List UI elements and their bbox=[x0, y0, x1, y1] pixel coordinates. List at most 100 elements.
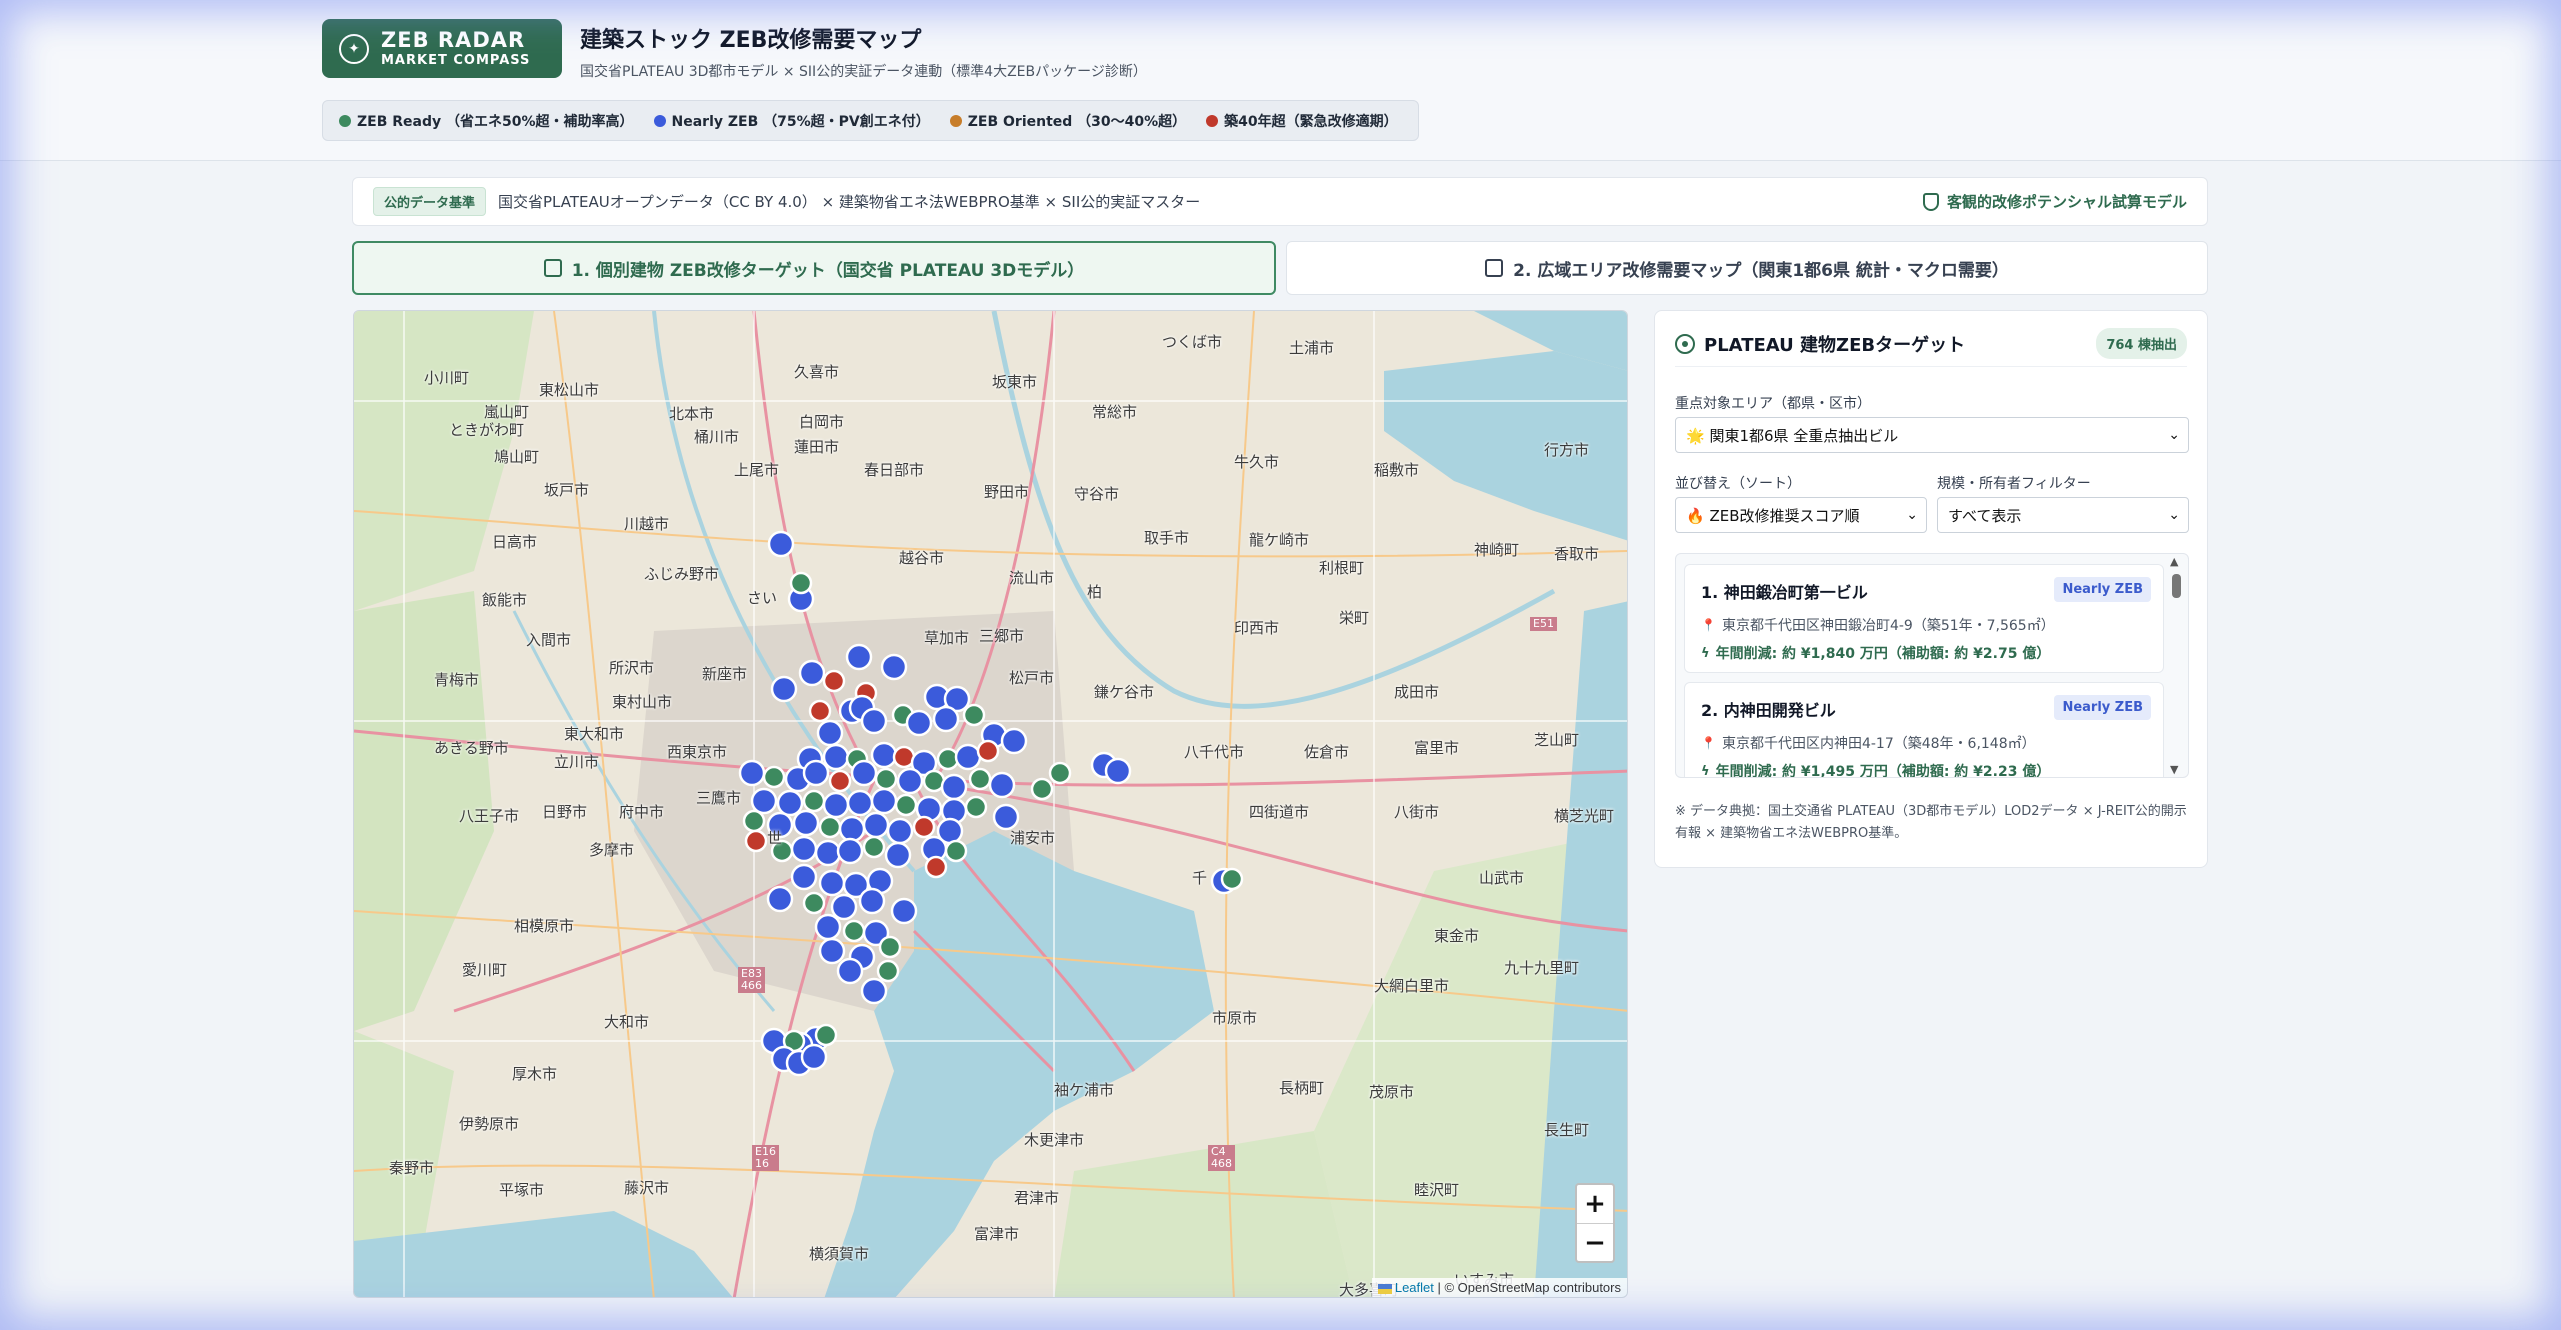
building-marker-ready[interactable] bbox=[814, 1023, 838, 1047]
building-marker-ready[interactable] bbox=[878, 935, 902, 959]
building-marker-nearly[interactable] bbox=[814, 839, 842, 867]
building-marker-old[interactable] bbox=[828, 769, 852, 793]
building-marker-nearly[interactable] bbox=[800, 1043, 828, 1071]
building-marker-nearly[interactable] bbox=[884, 841, 912, 869]
map-place-label: 東松山市 bbox=[539, 381, 600, 399]
building-marker-ready[interactable] bbox=[1220, 867, 1244, 891]
building-marker-nearly[interactable] bbox=[932, 705, 960, 733]
building-marker-nearly[interactable] bbox=[816, 719, 844, 747]
building-marker-nearly[interactable] bbox=[776, 789, 804, 817]
building-marker-old[interactable] bbox=[822, 669, 846, 693]
building-marker-nearly[interactable] bbox=[798, 659, 826, 687]
building-marker-ready[interactable] bbox=[944, 839, 968, 863]
building-marker-nearly[interactable] bbox=[767, 530, 795, 558]
building-marker-nearly[interactable] bbox=[836, 957, 864, 985]
building-marker-old[interactable] bbox=[912, 815, 936, 839]
building-marker-old[interactable] bbox=[744, 829, 768, 853]
list-item[interactable]: 2. 内神田開発ビル Nearly ZEB 📍 東京都千代田区内神田4-17（築… bbox=[1684, 682, 2164, 778]
building-marker-ready[interactable] bbox=[964, 795, 988, 819]
building-marker-ready[interactable] bbox=[862, 835, 886, 859]
building-marker-nearly[interactable] bbox=[1104, 757, 1132, 785]
zoom-in-button[interactable]: + bbox=[1577, 1185, 1613, 1223]
building-marker-nearly[interactable] bbox=[818, 937, 846, 965]
map-place-label: 松戸市 bbox=[1009, 669, 1055, 687]
building-marker-nearly[interactable] bbox=[988, 771, 1016, 799]
building-marker-old[interactable] bbox=[924, 855, 948, 879]
building-marker-ready[interactable] bbox=[802, 789, 826, 813]
building-marker-nearly[interactable] bbox=[870, 741, 898, 769]
building-marker-ready[interactable] bbox=[876, 959, 900, 983]
building-marker-nearly[interactable] bbox=[896, 767, 924, 795]
building-marker-nearly[interactable] bbox=[880, 653, 908, 681]
map-place-label: 久喜市 bbox=[794, 363, 840, 381]
building-marker-ready[interactable] bbox=[818, 815, 842, 839]
building-marker-ready[interactable] bbox=[762, 765, 786, 789]
building-marker-nearly[interactable] bbox=[822, 743, 850, 771]
building-marker-old[interactable] bbox=[976, 739, 1000, 763]
building-marker-nearly[interactable] bbox=[814, 913, 842, 941]
scroll-down-icon[interactable]: ▼ bbox=[2170, 763, 2178, 776]
building-marker-nearly[interactable] bbox=[766, 885, 794, 913]
building-marker-nearly[interactable] bbox=[940, 773, 968, 801]
building-marker-nearly[interactable] bbox=[886, 817, 914, 845]
building-marker-nearly[interactable] bbox=[836, 837, 864, 865]
tab-building-targets[interactable]: 1. 個別建物 ZEB改修ターゲット（国交省 PLATEAU 3Dモデル） bbox=[352, 241, 1276, 295]
building-marker-nearly[interactable] bbox=[790, 863, 818, 891]
building-marker-old[interactable] bbox=[808, 699, 832, 723]
building-marker-nearly[interactable] bbox=[845, 643, 873, 671]
building-marker-nearly[interactable] bbox=[750, 787, 778, 815]
building-marker-nearly[interactable] bbox=[992, 803, 1020, 831]
building-marker-nearly[interactable] bbox=[838, 815, 866, 843]
logo[interactable]: ✦ ZEB RADAR MARKET COMPASS bbox=[322, 19, 562, 78]
building-marker-ready[interactable] bbox=[842, 919, 866, 943]
zoom-control: + − bbox=[1575, 1183, 1615, 1263]
building-marker-nearly[interactable] bbox=[870, 787, 898, 815]
building-marker-nearly[interactable] bbox=[770, 675, 798, 703]
sort-select[interactable]: 🔥 ZEB改修推奨スコア順 ⌄ bbox=[1675, 497, 1927, 533]
map-view[interactable]: つくば市 土浦市 坂東市 常総市 久喜市 東松山市 小川町 北本市 白岡市 桶川市 蓮田市 ときがわ町… bbox=[353, 310, 1628, 1298]
building-marker-nearly[interactable] bbox=[790, 835, 818, 863]
building-marker-nearly[interactable] bbox=[830, 893, 858, 921]
building-marker-nearly[interactable] bbox=[890, 897, 918, 925]
building-marker-ready[interactable] bbox=[874, 767, 898, 791]
building-marker-nearly[interactable] bbox=[954, 743, 982, 771]
building-marker-nearly[interactable] bbox=[846, 789, 874, 817]
leaflet-link[interactable]: Leaflet bbox=[1395, 1280, 1434, 1295]
building-marker-nearly[interactable] bbox=[792, 809, 820, 837]
building-marker-nearly[interactable] bbox=[738, 759, 766, 787]
building-list[interactable]: 1. 神田鍛冶町第一ビル Nearly ZEB 📍 東京都千代田区神田鍛冶町4-… bbox=[1675, 553, 2189, 778]
building-marker-nearly[interactable] bbox=[818, 869, 846, 897]
tab-area-demand-map[interactable]: 2. 広域エリア改修需要マップ（関東1都6県 統計・マクロ需要） bbox=[1286, 241, 2208, 295]
zoom-out-button[interactable]: − bbox=[1577, 1223, 1613, 1261]
map-place-label: 守谷市 bbox=[1074, 485, 1120, 503]
building-marker-nearly[interactable] bbox=[860, 977, 888, 1005]
building-marker-nearly[interactable] bbox=[862, 811, 890, 839]
building-marker-ready[interactable] bbox=[789, 571, 813, 595]
map-place-label: 佐倉市 bbox=[1304, 743, 1350, 761]
building-marker-ready[interactable] bbox=[802, 891, 826, 915]
building-marker-nearly[interactable] bbox=[905, 709, 933, 737]
building-marker-ready[interactable] bbox=[962, 703, 986, 727]
building-marker-nearly[interactable] bbox=[850, 759, 878, 787]
building-marker-nearly[interactable] bbox=[858, 887, 886, 915]
building-marker-ready[interactable] bbox=[968, 767, 992, 791]
scroll-up-icon[interactable]: ▲ bbox=[2170, 555, 2178, 568]
building-marker-ready[interactable] bbox=[1030, 777, 1054, 801]
map-place-label: さい bbox=[747, 589, 778, 607]
list-scrollbar[interactable]: ▲ ▼ bbox=[2164, 554, 2188, 777]
area-select[interactable]: 🌟 関東1都6県 全重点抽出ビル ⌄ bbox=[1675, 417, 2189, 453]
building-marker-ready[interactable] bbox=[1048, 761, 1072, 785]
building-marker-nearly[interactable] bbox=[860, 707, 888, 735]
filter-select[interactable]: すべて表示 ⌄ bbox=[1937, 497, 2189, 533]
legend-dot-blue bbox=[653, 114, 666, 127]
building-marker-nearly[interactable] bbox=[802, 759, 830, 787]
building-marker-ready[interactable] bbox=[742, 809, 766, 833]
list-item[interactable]: 1. 神田鍛冶町第一ビル Nearly ZEB 📍 東京都千代田区神田鍛冶町4-… bbox=[1684, 564, 2164, 673]
card-savings: 年間削減: 約 ¥1,495 万円（補助額: 約 ¥2.23 億） bbox=[1715, 764, 2051, 778]
scroll-thumb[interactable] bbox=[2172, 574, 2181, 598]
legend-dot-orange bbox=[949, 114, 962, 127]
building-marker-nearly[interactable] bbox=[822, 791, 850, 819]
building-marker-ready[interactable] bbox=[894, 793, 918, 817]
map-place-label: 龍ケ崎市 bbox=[1249, 531, 1310, 549]
building-marker-nearly[interactable] bbox=[1000, 727, 1028, 755]
